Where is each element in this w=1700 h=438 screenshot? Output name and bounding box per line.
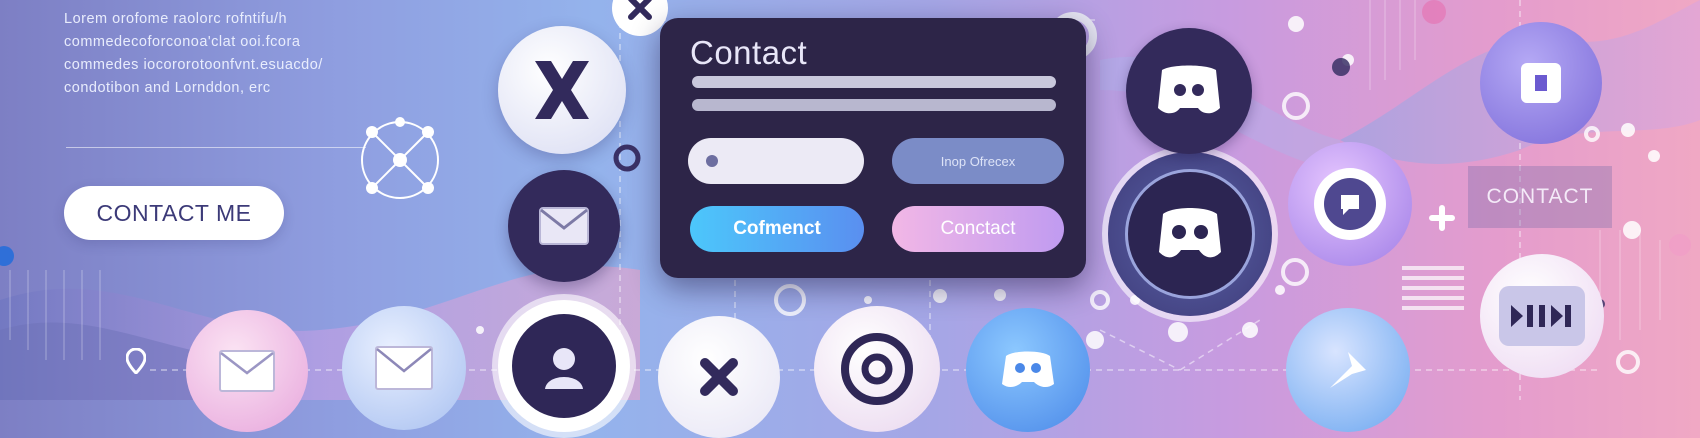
contact-form-panel: Contact Inop Ofrecex Cofmenct Conctact <box>660 18 1086 278</box>
intro-line-2: commedecoforconoa'clat ooi.fcora <box>64 34 301 50</box>
media-button[interactable] <box>1480 254 1604 378</box>
chat-button[interactable] <box>1288 142 1412 266</box>
divider <box>66 147 366 148</box>
discord-button[interactable] <box>966 308 1090 432</box>
x-icon-button[interactable] <box>658 316 780 438</box>
x-icon <box>628 0 652 20</box>
name-input[interactable] <box>688 138 864 184</box>
text-line <box>692 99 1056 111</box>
chat-icon <box>1314 168 1386 240</box>
email-button[interactable] <box>186 310 308 432</box>
discord-icon <box>1002 351 1054 388</box>
network-icon <box>361 117 439 199</box>
side-contact-label: CONTACT <box>1468 166 1612 228</box>
envelope-icon <box>219 350 275 392</box>
primary-contact-button[interactable]: Cofmenct <box>690 206 864 252</box>
discord-icon <box>1158 65 1220 114</box>
tool-button[interactable] <box>1286 308 1410 432</box>
email-button[interactable] <box>342 306 466 430</box>
person-icon <box>512 314 616 418</box>
email-button[interactable] <box>508 170 620 282</box>
x-icon <box>535 61 589 119</box>
envelope-icon <box>375 346 433 390</box>
discord-button[interactable] <box>1108 152 1272 316</box>
intro-line-3: commedes iocororotoonfvnt.esuacdo/ <box>64 57 323 73</box>
email-input[interactable]: Inop Ofrecex <box>892 138 1064 184</box>
intro-line-1: Lorem orofome raolorc rofntifu/h <box>64 11 288 27</box>
secondary-contact-button[interactable]: Conctact <box>892 206 1064 252</box>
app-button[interactable] <box>1480 22 1602 144</box>
contact-me-button[interactable]: CONTACT ME <box>64 186 284 240</box>
envelope-icon <box>539 207 589 245</box>
x-icon <box>700 358 738 396</box>
discord-icon <box>1159 208 1221 258</box>
profile-button[interactable] <box>498 300 630 432</box>
media-icon <box>1499 286 1585 346</box>
text-line <box>692 76 1056 88</box>
pin-icon <box>126 348 146 374</box>
target-button[interactable] <box>814 306 940 432</box>
panel-title: Contact <box>690 34 808 71</box>
radio-icon <box>706 155 718 167</box>
intro-line-4: condotibon and Lornddon, erc <box>64 80 271 96</box>
target-icon <box>841 333 913 405</box>
link-icon <box>1429 205 1455 231</box>
discord-button[interactable] <box>1126 28 1252 154</box>
x-icon-button[interactable] <box>498 26 626 154</box>
intro-text: Lorem orofome raolorc rofntifu/h commede… <box>64 8 404 100</box>
discord-icon-container <box>1125 169 1255 299</box>
app-icon <box>1521 63 1561 103</box>
tool-icon <box>1330 352 1366 388</box>
